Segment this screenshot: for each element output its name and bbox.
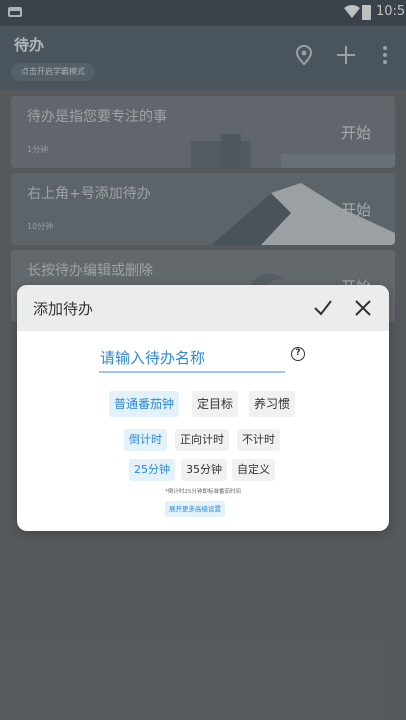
type-chip-goal[interactable]: 定目标 bbox=[192, 391, 239, 417]
timing-chip-countup[interactable]: 正向计时 bbox=[175, 429, 229, 451]
timing-chip-countdown[interactable]: 倒计时 bbox=[124, 429, 167, 451]
duration-chip-custom[interactable]: 自定义 bbox=[232, 459, 275, 481]
timer-hint: *倒计时25分钟即标准番茄时间 bbox=[165, 489, 241, 495]
type-chip-habit[interactable]: 养习惯 bbox=[249, 391, 296, 417]
duration-chip-35[interactable]: 35分钟 bbox=[181, 459, 227, 481]
type-chip-pomodoro[interactable]: 普通番茄钟 bbox=[109, 391, 180, 417]
help-circle-icon[interactable]: ? bbox=[291, 347, 305, 361]
advanced-settings-button[interactable]: 展开更多高级设置 bbox=[165, 501, 225, 517]
close-icon[interactable] bbox=[353, 298, 373, 318]
duration-chip-25[interactable]: 25分钟 bbox=[129, 459, 175, 481]
timing-chip-none[interactable]: 不计时 bbox=[237, 429, 280, 451]
check-icon[interactable] bbox=[313, 298, 333, 318]
todo-name-input[interactable] bbox=[99, 345, 285, 373]
add-todo-dialog: 添加待办 ? 普通番茄钟 定目标 养习惯 倒计时 正向计时 不计时 25分钟 3… bbox=[17, 285, 389, 531]
dialog-title: 添加待办 bbox=[33, 300, 94, 318]
